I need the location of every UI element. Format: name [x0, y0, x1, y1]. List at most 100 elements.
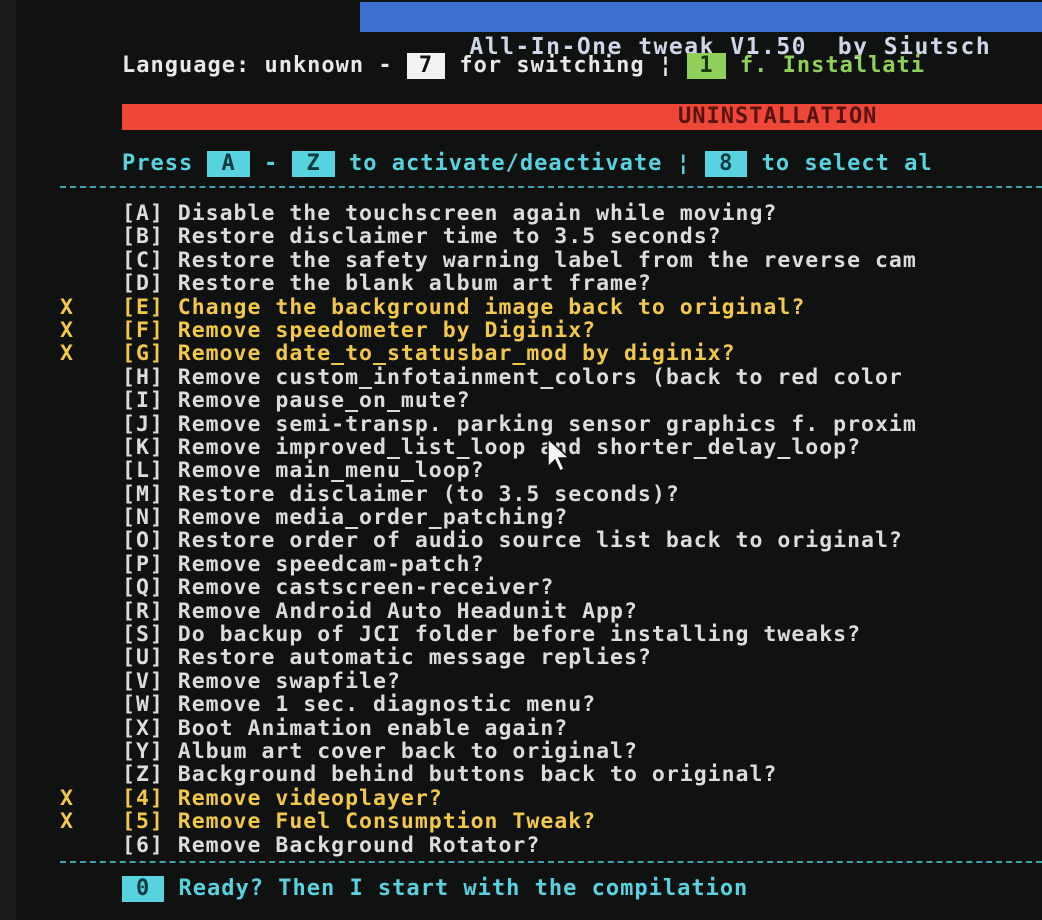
option-row[interactable]: [W] Remove 1 sec. diagnostic menu? [60, 692, 1042, 718]
window-title-bar: All-In-One tweak V1.50 by Siutsch [360, 2, 1042, 60]
option-row[interactable]: [D] Restore the blank album art frame? [60, 271, 1042, 297]
key-from[interactable]: A [207, 151, 250, 177]
selection-mark: X [60, 785, 74, 811]
option-row[interactable]: [U] Restore automatic message replies? [60, 645, 1042, 671]
press-instructions: Press A - Z to activate/deactivate ¦ 8 t… [122, 151, 933, 177]
option-row[interactable]: [J] Remove semi-transp. parking sensor g… [60, 411, 1042, 437]
selection-mark [60, 225, 122, 248]
selection-mark [60, 834, 122, 857]
ready-text: Ready? Then I start with the compilation [178, 876, 749, 901]
arrow-cursor-icon [547, 437, 571, 473]
selection-mark: X [60, 809, 74, 835]
option-row[interactable]: [P] Remove speedcam-patch? [60, 551, 1042, 577]
option-label: [G] Remove date_to_statusbar_mod by digi… [122, 341, 736, 367]
selection-mark [60, 483, 122, 506]
option-row[interactable]: [H] Remove custom_infotainment_colors (b… [60, 364, 1042, 390]
selection-mark [60, 646, 122, 669]
option-label: [M] Restore disclaimer (to 3.5 seconds)? [122, 481, 680, 507]
option-row[interactable]: [Q] Remove castscreen-receiver? [60, 575, 1042, 601]
selection-mark [60, 670, 122, 693]
option-row[interactable]: X [E] Change the background image back to… [60, 294, 1042, 320]
option-label: [U] Restore automatic message replies? [122, 645, 652, 671]
ready-row: 0 Ready? Then I start with the compilati… [122, 876, 748, 902]
selection-mark: X [60, 341, 74, 367]
option-row[interactable]: [B] Restore disclaimer time to 3.5 secon… [60, 224, 1042, 250]
option-label: [W] Remove 1 sec. diagnostic menu? [122, 692, 597, 718]
option-row[interactable]: [O] Restore order of audio source list b… [60, 528, 1042, 554]
option-label: [N] Remove media_order_patching? [122, 505, 569, 531]
press-dash: - [263, 151, 279, 176]
option-row[interactable]: [C] Restore the safety warning label fro… [60, 247, 1042, 273]
selection-mark [60, 717, 122, 740]
option-row[interactable]: [V] Remove swapfile? [60, 668, 1042, 694]
option-label: [E] Change the background image back to … [122, 294, 806, 320]
selection-mark [60, 740, 122, 763]
press-text: to activate/deactivate [348, 151, 663, 176]
start-compilation-key[interactable]: 0 [122, 876, 165, 902]
install-mode-key[interactable]: 1 [687, 53, 726, 79]
selection-mark [60, 202, 122, 225]
press-prefix: Press [122, 151, 194, 176]
selection-mark [60, 459, 122, 482]
option-label: [F] Remove speedometer by Diginix? [122, 317, 597, 343]
language-switch-text: for switching [459, 53, 645, 78]
option-row[interactable]: X [G] Remove date_to_statusbar_mod by dig… [60, 341, 1042, 367]
selection-mark [60, 436, 122, 459]
option-row[interactable]: [R] Remove Android Auto Headunit App? [60, 598, 1042, 624]
option-row[interactable]: [Z] Background behind buttons back to or… [60, 762, 1042, 788]
option-label: [6] Remove Background Rotator? [122, 832, 541, 858]
key-to[interactable]: Z [292, 151, 335, 177]
selection-mark [60, 763, 122, 786]
option-label: [P] Remove speedcam-patch? [122, 551, 485, 577]
option-label: [O] Restore order of audio source list b… [122, 528, 903, 554]
selection-mark [60, 366, 122, 389]
option-row[interactable]: [I] Remove pause_on_mute? [60, 388, 1042, 414]
option-label: [Z] Background behind buttons back to or… [122, 762, 778, 788]
option-label: [V] Remove swapfile? [122, 668, 401, 694]
language-row: Language: unknown - 7 for switching ¦ 1 … [122, 53, 925, 79]
selection-mark [60, 553, 122, 576]
option-row[interactable]: [6] Remove Background Rotator? [60, 832, 1042, 858]
selection-mark: X [60, 294, 74, 320]
console-screen: All-In-One tweak V1.50 by Siutsch Langua… [16, 0, 1042, 920]
selection-mark [60, 576, 122, 599]
option-label: [I] Remove pause_on_mute? [122, 388, 471, 414]
option-label: [S] Do backup of JCI folder before insta… [122, 622, 862, 648]
selection-mark [60, 249, 122, 272]
select-all-key[interactable]: 8 [705, 151, 748, 177]
option-label: [Q] Remove castscreen-receiver? [122, 575, 555, 601]
option-row[interactable]: [S] Do backup of JCI folder before insta… [60, 622, 1042, 648]
option-label: [R] Remove Android Auto Headunit App? [122, 598, 638, 624]
divider-bottom [60, 861, 1042, 863]
option-label: [B] Restore disclaimer time to 3.5 secon… [122, 224, 722, 250]
divider-top [60, 186, 1042, 188]
option-label: [Y] Album art cover back to original? [122, 738, 638, 764]
option-row[interactable]: X [4] Remove videoplayer? [60, 785, 1042, 811]
language-separator: ¦ [658, 53, 674, 78]
option-row[interactable]: [M] Restore disclaimer (to 3.5 seconds)? [60, 481, 1042, 507]
selection-mark [60, 389, 122, 412]
option-label: [J] Remove semi-transp. parking sensor g… [122, 411, 917, 437]
selection-mark: X [60, 317, 74, 343]
option-row[interactable]: X [F] Remove speedometer by Diginix? [60, 317, 1042, 343]
selection-mark [60, 600, 122, 623]
option-row[interactable]: [N] Remove media_order_patching? [60, 505, 1042, 531]
option-label: [X] Boot Animation enable again? [122, 715, 569, 741]
language-switch-key[interactable]: 7 [406, 53, 446, 79]
option-row[interactable]: [A] Disable the touchscreen again while … [60, 202, 1042, 226]
option-label: [H] Remove custom_infotainment_colors (b… [122, 364, 903, 390]
option-label: [C] Restore the safety warning label fro… [122, 247, 917, 273]
option-row[interactable]: X [5] Remove Fuel Consumption Tweak? [60, 809, 1042, 835]
option-row[interactable]: [Y] Album art cover back to original? [60, 738, 1042, 764]
mode-banner-label: UNINSTALLATION [678, 104, 878, 129]
option-label: [L] Remove main_menu_loop? [122, 458, 485, 484]
option-label: [4] Remove videoplayer? [122, 785, 443, 811]
option-list: [A] Disable the touchscreen again while … [60, 202, 1042, 857]
option-row[interactable]: [X] Boot Animation enable again? [60, 715, 1042, 741]
selection-mark [60, 506, 122, 529]
option-label: [D] Restore the blank album art frame? [122, 271, 652, 297]
option-label: [K] Remove improved_list_loop and shorte… [122, 434, 862, 460]
language-label: Language: unknown - [122, 53, 393, 78]
selection-mark [60, 623, 122, 646]
mode-banner: UNINSTALLATION [122, 104, 1042, 130]
